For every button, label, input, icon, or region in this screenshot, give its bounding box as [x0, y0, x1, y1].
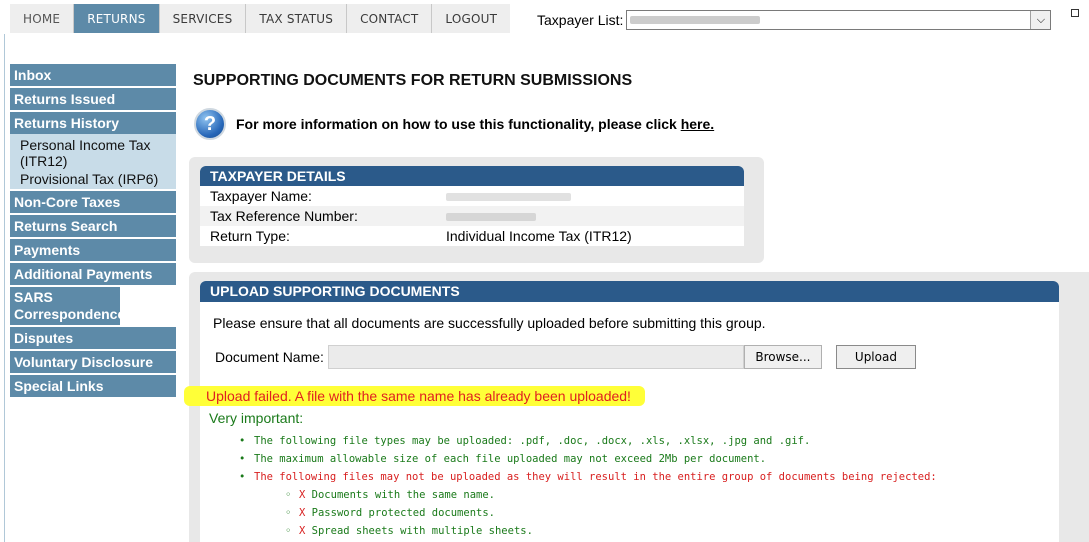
- reject-item-password: Password protected documents.: [311, 507, 495, 519]
- sidebar-item-disputes[interactable]: Disputes: [10, 327, 176, 349]
- note-file-types-last: .gif.: [778, 435, 811, 447]
- taxpayer-details-panel: TAXPAYER DETAILS Taxpayer Name: Tax Refe…: [189, 157, 764, 263]
- tax-reference-value: [446, 208, 536, 224]
- sidebar-item-inbox[interactable]: Inbox: [10, 64, 176, 86]
- upload-documents-body: Please ensure that all documents are suc…: [184, 302, 1059, 542]
- taxpayer-name-value: [446, 188, 571, 204]
- document-name-row: Document Name: Browse... Upload: [215, 345, 916, 369]
- reject-item-same-name: Documents with the same name.: [311, 489, 495, 501]
- taxpayer-list-label: Taxpayer List:: [537, 12, 624, 28]
- sub-bullet-icon: ◦: [285, 525, 292, 537]
- x-mark-icon: X: [299, 489, 306, 501]
- upload-error-message: Upload failed. A file with the same name…: [184, 386, 645, 406]
- taxpayer-list-select[interactable]: ⌵: [626, 10, 1052, 30]
- nav-tab-services[interactable]: SERVICES: [159, 4, 247, 33]
- nav-tab-home[interactable]: HOME: [10, 4, 75, 33]
- taxpayer-list: Taxpayer List: ⌵: [537, 10, 1052, 30]
- help-question-icon[interactable]: ?: [194, 108, 226, 140]
- bullet-icon: •: [239, 471, 246, 483]
- sidebar-item-special-links[interactable]: Special Links: [10, 375, 176, 397]
- list-item: ◦ X Spread sheets with multiple sheets.: [239, 522, 937, 540]
- note-file-types-prefix: The following file types may be uploaded…: [254, 435, 520, 447]
- sidebar-item-sars-correspondence[interactable]: SARS Correspondence: [10, 287, 125, 325]
- reject-item-spreadsheets: Spread sheets with multiple sheets.: [311, 525, 533, 537]
- upload-instruction: Please ensure that all documents are suc…: [213, 315, 766, 331]
- bullet-icon: •: [239, 453, 246, 465]
- page-title: SUPPORTING DOCUMENTS FOR RETURN SUBMISSI…: [193, 72, 633, 89]
- sidebar-item-voluntary-disclosure[interactable]: Voluntary Disclosure: [10, 351, 176, 373]
- tax-reference-label: Tax Reference Number:: [210, 208, 358, 224]
- return-type-label: Return Type:: [210, 228, 290, 244]
- document-name-input[interactable]: [327, 345, 744, 369]
- list-item: ◦ X Password protected documents.: [239, 504, 937, 522]
- window-restore-icon[interactable]: [1071, 9, 1079, 17]
- sidebar-subitem-itr12[interactable]: Personal Income Tax (ITR12): [10, 134, 176, 170]
- taxpayer-name-row: Taxpayer Name:: [200, 186, 744, 206]
- important-notes-list: • The following file types may be uploade…: [239, 432, 937, 540]
- upload-button[interactable]: Upload: [835, 345, 916, 369]
- return-type-row: Return Type: Individual Income Tax (ITR1…: [200, 226, 744, 246]
- return-type-value: Individual Income Tax (ITR12): [446, 228, 632, 244]
- bullet-icon: •: [239, 435, 246, 447]
- note-file-types-list: .pdf, .doc, .docx, .xls, .xlsx, .jpg: [519, 435, 748, 447]
- sidebar-item-non-core-taxes[interactable]: Non-Core Taxes: [10, 191, 176, 213]
- left-divider: [4, 34, 5, 542]
- taxpayer-details-header: TAXPAYER DETAILS: [200, 166, 744, 186]
- sidebar-item-additional-payments[interactable]: Additional Payments: [10, 263, 176, 285]
- upload-documents-panel: UPLOAD SUPPORTING DOCUMENTS Please ensur…: [184, 272, 1089, 542]
- document-name-label: Document Name:: [215, 349, 324, 365]
- nav-tab-contact[interactable]: CONTACT: [347, 4, 433, 33]
- taxpayer-list-value: [630, 13, 761, 27]
- nav-tab-logout[interactable]: LOGOUT: [432, 4, 511, 33]
- browse-button[interactable]: Browse...: [743, 345, 822, 369]
- help-text-body: For more information on how to use this …: [236, 116, 677, 132]
- nav-tab-tax-status[interactable]: TAX STATUS: [246, 4, 348, 33]
- note-max-size: The maximum allowable size of each file …: [254, 453, 767, 465]
- list-item: ◦ X Documents with the same name.: [239, 486, 937, 504]
- nav-tab-returns[interactable]: RETURNS: [74, 4, 160, 33]
- tax-reference-row: Tax Reference Number:: [200, 206, 744, 226]
- sidebar-subitem-irp6[interactable]: Provisional Tax (IRP6): [10, 170, 176, 189]
- help-row: ? For more information on how to use thi…: [194, 108, 714, 140]
- help-text: For more information on how to use this …: [236, 116, 714, 132]
- sidebar: Inbox Returns Issued Returns History Per…: [10, 64, 176, 399]
- list-item: • The following file types may be uploade…: [239, 432, 937, 450]
- upload-documents-header: UPLOAD SUPPORTING DOCUMENTS: [200, 281, 1059, 302]
- list-item: • The following files may not be uploaded…: [239, 468, 937, 486]
- taxpayer-name-label: Taxpayer Name:: [210, 188, 312, 204]
- sub-bullet-icon: ◦: [285, 489, 292, 501]
- very-important-heading: Very important:: [209, 410, 304, 426]
- sub-bullet-icon: ◦: [285, 507, 292, 519]
- sidebar-item-payments[interactable]: Payments: [10, 239, 176, 261]
- list-item: • The maximum allowable size of each file…: [239, 450, 937, 468]
- sidebar-item-returns-issued[interactable]: Returns Issued: [10, 88, 176, 110]
- x-mark-icon: X: [299, 525, 306, 537]
- note-rejected: The following files may not be uploaded …: [254, 471, 937, 483]
- sidebar-item-returns-search[interactable]: Returns Search: [10, 215, 176, 237]
- x-mark-icon: X: [299, 507, 306, 519]
- help-here-link[interactable]: here.: [681, 116, 714, 132]
- sidebar-item-returns-history[interactable]: Returns History: [10, 112, 176, 134]
- top-nav: HOME RETURNS SERVICES TAX STATUS CONTACT…: [10, 4, 511, 34]
- chevron-down-icon[interactable]: ⌵: [1030, 11, 1051, 29]
- note-file-types-and: and: [747, 435, 779, 447]
